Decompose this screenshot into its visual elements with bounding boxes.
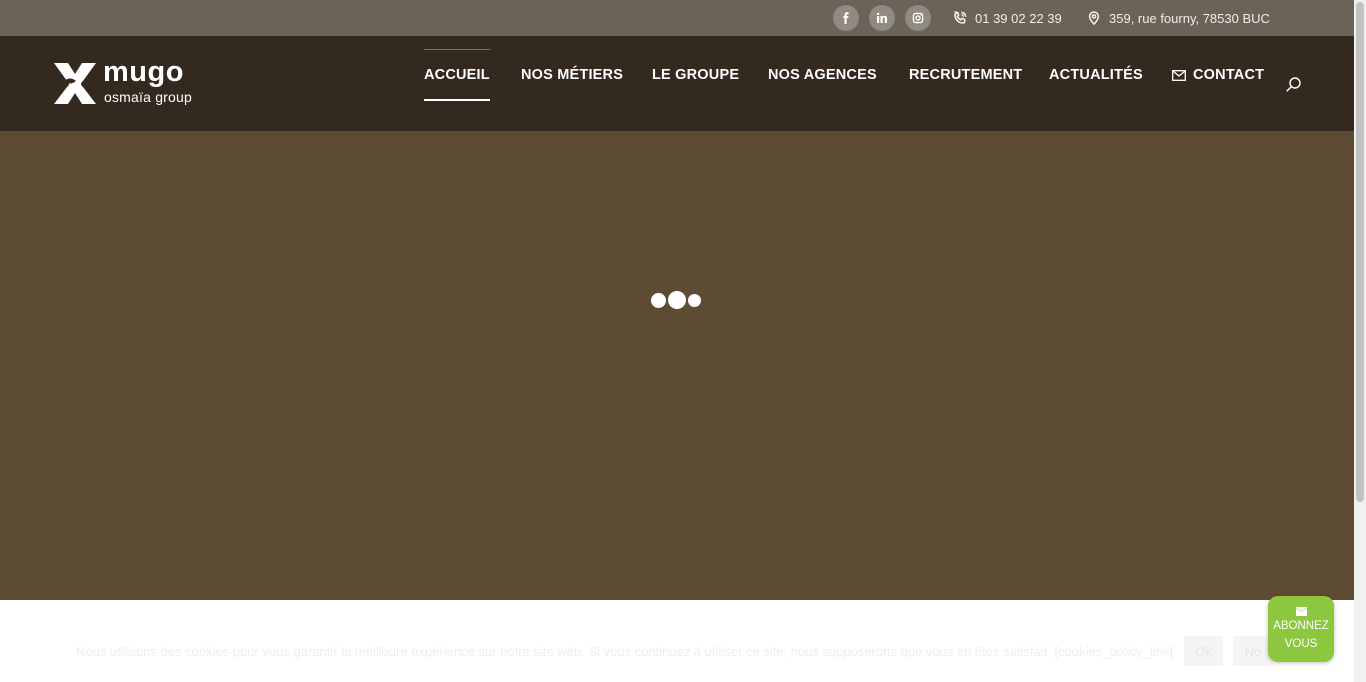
loading-dot [651,293,666,308]
logo-mark-icon [54,63,96,104]
page-scrollbar[interactable] [1354,0,1366,682]
nav-label: NOS AGENCES [768,67,877,83]
logo-subtitle: osmaïa group [104,89,193,105]
subscribe-line2: VOUS [1284,638,1318,650]
nav-label: RECRUTEMENT [909,67,1023,83]
nav-nos-agences[interactable]: NOS AGENCES [768,49,877,101]
nav-label: LE GROUPE [652,67,740,83]
phone-info[interactable]: 01 39 02 22 39 [953,0,1062,36]
loading-dot [668,291,686,309]
loading-dot [688,294,701,307]
address-text: 359, rue fourny, 78530 BUC [1109,10,1270,26]
phone-icon [953,11,967,24]
mail-icon [1172,69,1186,81]
top-bar: 01 39 02 22 39 359, rue fourny, 78530 BU… [0,0,1354,36]
cookie-text: Nous utilisons des cookies pour vous gar… [76,644,1173,659]
nav-label: ACTUALITÉS [1049,67,1143,83]
nav-contact[interactable]: CONTACT [1172,49,1264,101]
logo-name: mugo [103,56,184,88]
subscribe-line1: ABONNEZ [1273,620,1329,632]
facebook-icon[interactable] [833,5,859,31]
cookie-ok-button[interactable]: Ok [1184,636,1223,666]
envelope-icon [1295,607,1307,616]
nav-label: ACCUEIL [424,67,490,83]
map-pin-icon [1088,11,1100,25]
nav-accueil[interactable]: ACCUEIL [424,49,490,101]
address-info[interactable]: 359, rue fourny, 78530 BUC [1087,0,1270,36]
cookie-no-button[interactable]: No [1233,636,1273,666]
linkedin-icon[interactable] [869,5,895,31]
instagram-icon[interactable] [905,5,931,31]
nav-label: NOS MÉTIERS [521,67,624,83]
nav-le-groupe[interactable]: LE GROUPE [652,49,739,101]
nav-actualites[interactable]: ACTUALITÉS [1049,49,1143,101]
nav-label: CONTACT [1193,67,1265,83]
cookie-banner: Nous utilisons des cookies pour vous gar… [0,600,1354,682]
search-icon[interactable] [1285,76,1302,93]
phone-number: 01 39 02 22 39 [975,10,1062,26]
nav-nos-metiers[interactable]: NOS MÉTIERS [521,49,623,101]
nav-recrutement[interactable]: RECRUTEMENT [909,49,1022,101]
page: 01 39 02 22 39 359, rue fourny, 78530 BU… [0,0,1354,682]
hero-section [0,131,1354,600]
main-header: mugo osmaïa group ACCUEIL NOS MÉTIERS LE… [0,36,1354,131]
site-logo[interactable]: mugo osmaïa group [52,56,212,110]
scrollbar-thumb[interactable] [1356,2,1364,502]
subscribe-button[interactable]: ABONNEZ VOUS [1268,596,1334,662]
